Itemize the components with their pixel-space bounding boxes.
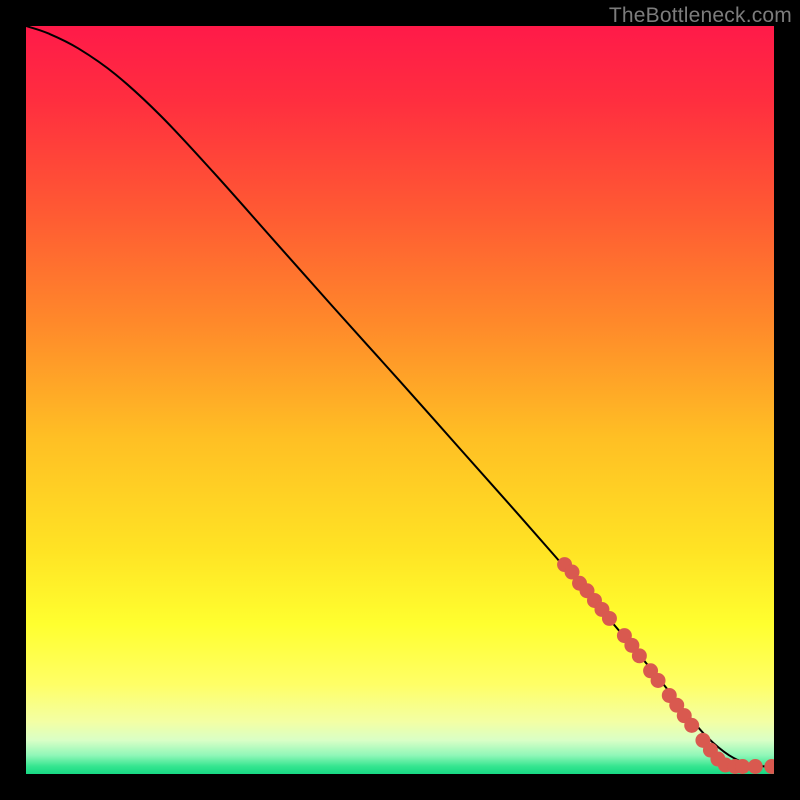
data-marker [684,718,699,733]
chart-frame: TheBottleneck.com [0,0,800,800]
data-marker [632,648,647,663]
chart-overlay [26,26,774,774]
data-marker [602,611,617,626]
marker-group [557,557,774,774]
data-marker [735,759,750,774]
watermark-text: TheBottleneck.com [609,4,792,28]
plot-area [26,26,774,774]
data-marker [748,759,763,774]
bottleneck-curve [26,26,774,767]
data-marker [651,673,666,688]
